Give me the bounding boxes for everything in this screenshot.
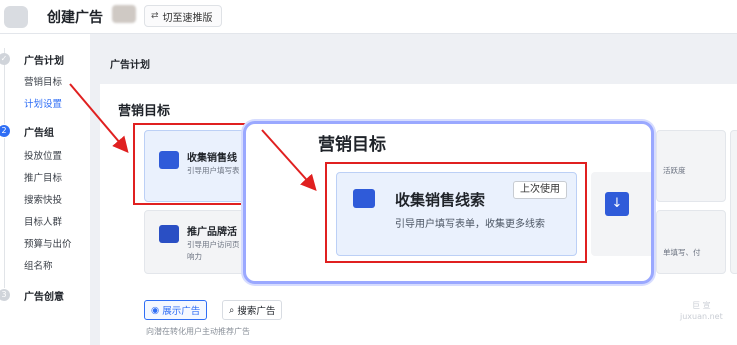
step-number: 2 [0, 125, 10, 137]
zoom-section-title: 营销目标 [318, 135, 386, 155]
sidebar-item-group-name[interactable]: 组名称 [24, 258, 53, 272]
card-title: 推广品牌活 [187, 227, 237, 238]
blurred-account-avatar [112, 5, 136, 23]
card-description: 引导用户访问页 [187, 240, 240, 249]
sidebar-item-promo-target[interactable]: 推广目标 [24, 170, 62, 184]
card-description-2: 响力 [187, 252, 202, 261]
highlight-box [133, 123, 259, 205]
switch-to-quick-button[interactable]: ⇄ 切至速推版 [144, 5, 222, 27]
sidebar-item-placement[interactable]: 投放位置 [24, 148, 62, 162]
sidebar-item-search-quick[interactable]: 搜索快投 [24, 192, 62, 206]
tab-search-ads[interactable]: ⌕ 搜索广告 [222, 300, 283, 320]
watermark-line2: juxuan.net [680, 312, 723, 321]
switch-label: 切至速推版 [162, 12, 213, 24]
sidebar-item-marketing-goal[interactable]: 营销目标 [24, 74, 62, 88]
step-label: 广告组 [24, 128, 54, 139]
sidebar-item-audience[interactable]: 目标人群 [24, 214, 62, 228]
step-number: 3 [0, 289, 10, 301]
watermark-line1: 巨 宣 [692, 301, 711, 310]
search-icon: ⌕ [229, 304, 235, 316]
top-bar: 创建广告 ⇄ 切至速推版 [0, 0, 737, 34]
step-sidebar: ✓ 广告计划 营销目标 计划设置 2 广告组 投放位置 推广目标 搜索快投 目标… [0, 34, 90, 345]
step-connector [4, 138, 5, 288]
zoom-highlight-box [325, 162, 587, 263]
swap-arrows-icon: ⇄ [151, 11, 159, 21]
tab-label: 展示广告 [162, 306, 201, 317]
sidebar-item-budget-bid[interactable]: 预算与出价 [24, 236, 72, 250]
megaphone-icon [159, 225, 179, 243]
eye-icon: ◉ [151, 304, 160, 316]
sidebar-item-plan-settings[interactable]: 计划设置 [24, 96, 62, 110]
app-logo [4, 6, 28, 28]
section-title: 营销目标 [118, 104, 171, 119]
plan-header-title: 广告计划 [110, 60, 150, 71]
goal-card-partial [730, 130, 737, 274]
step-ad-creative[interactable]: 3 广告创意 [0, 288, 90, 304]
card-description: 活跃度 [663, 166, 686, 175]
tab-hint: 向潜在转化用户主动推荐广告 [146, 327, 250, 336]
zoom-callout: 营销目标 收集销售线索 引导用户填写表单，收集更多线索 上次使用 ↓ [243, 121, 654, 284]
tab-label: 搜索广告 [237, 306, 276, 317]
step-ad-group[interactable]: 2 广告组 [0, 124, 90, 140]
download-icon: ↓ [605, 192, 629, 216]
watermark: 巨 宣 juxuan.net [680, 300, 723, 322]
card-description: 单填写、付 [663, 248, 701, 257]
plan-header: 广告计划 [100, 44, 737, 84]
goal-card-app-activity[interactable]: 活跃度 [656, 130, 726, 202]
goal-card-conversion[interactable]: 单填写、付 [656, 210, 726, 274]
step-ad-plan[interactable]: ✓ 广告计划 [0, 52, 90, 68]
step-label: 广告创意 [24, 292, 64, 303]
check-icon: ✓ [0, 53, 10, 65]
step-label: 广告计划 [24, 56, 64, 67]
page-title: 创建广告 [47, 10, 103, 26]
zoom-goal-card-partial: ↓ [591, 172, 651, 256]
tab-display-ads[interactable]: ◉ 展示广告 [144, 300, 208, 320]
